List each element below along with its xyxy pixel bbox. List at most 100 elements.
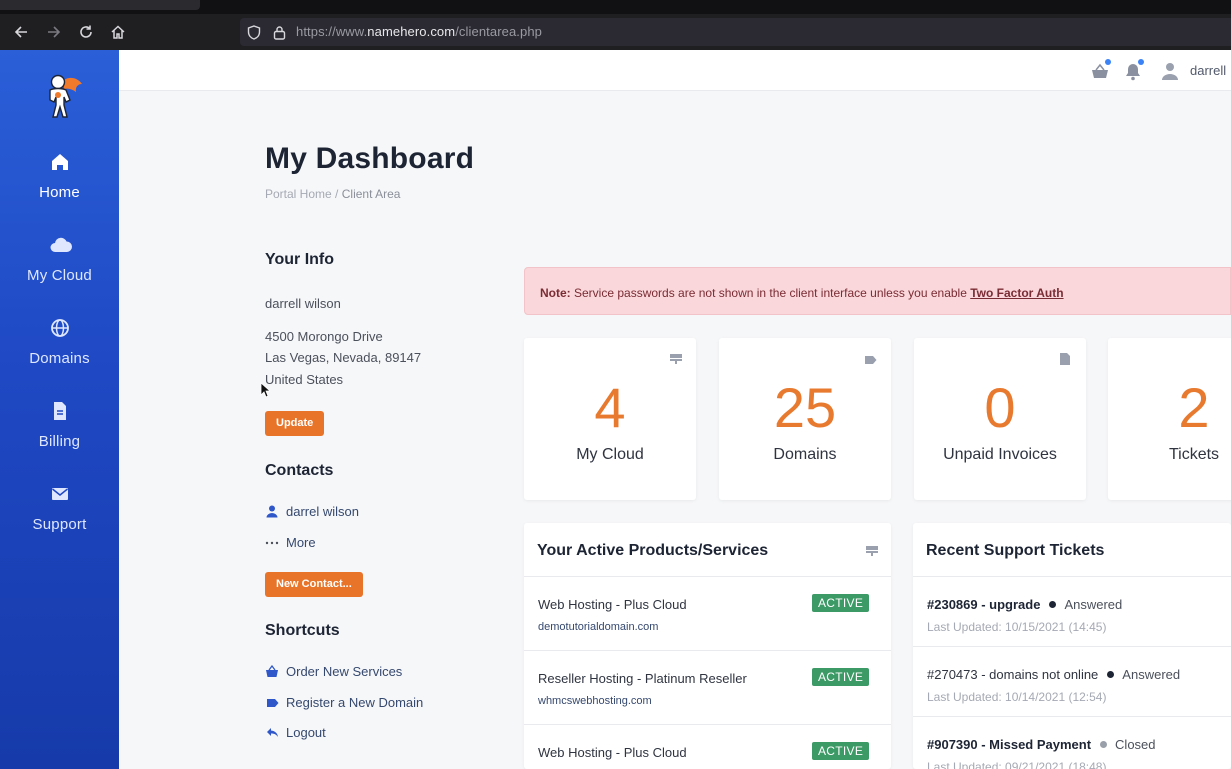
sidebar-item-label: My Cloud <box>27 267 92 284</box>
shortcuts-heading: Shortcuts <box>265 622 340 639</box>
stat-value: 0 <box>984 376 1016 439</box>
ticket-updated: Last Updated: 09/21/2021 (18:48) <box>927 760 1107 769</box>
contact-name: darrel wilson <box>286 504 359 519</box>
lock-icon[interactable] <box>271 24 287 40</box>
reply-arrow-icon <box>265 727 279 738</box>
page-title: My Dashboard <box>265 142 475 175</box>
product-domain-link[interactable]: whmcswebhosting.com <box>538 695 652 707</box>
ticket-row[interactable]: #230869 - upgrade Answered Last Updated: … <box>913 577 1231 647</box>
info-name: darrell wilson <box>265 296 341 311</box>
url-host: namehero.com <box>367 24 456 39</box>
info-country: United States <box>265 372 344 387</box>
shortcut-register-domain[interactable]: Register a New Domain <box>265 695 423 710</box>
stat-tile-tickets[interactable]: 2 Tickets <box>1108 338 1231 500</box>
sidebar-item-label: Home <box>39 184 80 201</box>
basket-icon <box>265 665 279 678</box>
product-name: Web Hosting - Plus Cloud <box>538 745 687 760</box>
contact-link[interactable]: darrel wilson <box>265 504 359 519</box>
stat-label: Domains <box>773 446 837 463</box>
user-menu-name[interactable]: darrell <box>1190 63 1226 78</box>
url-text[interactable]: https://www.namehero.com/clientarea.php <box>296 24 542 39</box>
stat-value: 4 <box>594 376 626 439</box>
update-button[interactable]: Update <box>265 411 325 436</box>
tag-icon <box>865 352 877 364</box>
active-products-header: Your Active Products/Services <box>524 523 891 577</box>
sidebar-item-label: Billing <box>38 433 81 450</box>
stat-value: 25 <box>773 376 837 439</box>
product-row[interactable]: Web Hosting - Plus Cloud demotutorialdom… <box>524 577 891 651</box>
stat-tile-unpaid-invoices[interactable]: 0 Unpaid Invoices <box>914 338 1086 500</box>
stat-tile-my-cloud[interactable]: 4 My Cloud <box>524 338 696 500</box>
shortcut-label: Logout <box>286 725 326 740</box>
more-contacts-link[interactable]: More <box>265 535 316 550</box>
recent-tickets-header: Recent Support Tickets <box>913 523 1231 577</box>
shortcut-order-new-services[interactable]: Order New Services <box>265 664 402 679</box>
sidebar-item-domains[interactable]: Domains <box>0 317 119 387</box>
top-bar: darrell <box>119 50 1231 91</box>
stat-tile-domains[interactable]: 25 Domains <box>719 338 891 500</box>
info-address-line1: 4500 Morongo Drive <box>265 329 383 344</box>
browser-tab[interactable] <box>0 0 200 10</box>
notification-dot <box>1105 59 1111 65</box>
product-domain-link[interactable]: demotutorialdomain.com <box>538 621 658 633</box>
new-contact-button[interactable]: New Contact... <box>265 572 363 597</box>
product-row[interactable]: Web Hosting - Plus Cloud ACTIVE <box>524 725 891 769</box>
sidebar: Home My Cloud Domains Billing Support <box>0 50 119 769</box>
invoice-icon <box>1060 352 1072 365</box>
globe-icon <box>49 317 71 339</box>
breadcrumb-current: Client Area <box>341 187 401 201</box>
product-name: Web Hosting - Plus Cloud <box>538 597 687 612</box>
breadcrumb-separator: / <box>335 187 339 201</box>
ticket-row[interactable]: #270473 - domains not online Answered Las… <box>913 647 1231 717</box>
home-browser-icon[interactable] <box>106 20 130 44</box>
sidebar-item-label: Domains <box>29 350 90 367</box>
shortcut-label: Register a New Domain <box>286 695 424 710</box>
breadcrumb: Portal Home / Client Area <box>265 187 400 201</box>
url-prefix: https://www. <box>296 24 368 39</box>
tag-icon <box>265 698 279 708</box>
forward-icon[interactable] <box>42 20 66 44</box>
ticket-status: Closed <box>1115 737 1156 752</box>
security-note-alert: Note: Service passwords are not shown in… <box>524 267 1231 315</box>
stat-label: My Cloud <box>576 446 644 463</box>
ellipsis-icon <box>265 541 279 545</box>
cart-icon[interactable] <box>1090 59 1111 82</box>
shield-icon[interactable] <box>246 24 262 40</box>
address-bar[interactable]: https://www.namehero.com/clientarea.php <box>240 18 1231 46</box>
contacts-heading: Contacts <box>265 462 334 479</box>
two-factor-auth-link[interactable]: Two Factor Auth <box>970 286 1063 300</box>
info-address-line2: Las Vegas, Nevada, 89147 <box>265 350 422 365</box>
reload-icon[interactable] <box>74 20 98 44</box>
envelope-icon <box>49 483 71 505</box>
ticket-updated: Last Updated: 10/14/2021 (12:54) <box>927 690 1107 704</box>
namehero-logo[interactable] <box>36 70 86 120</box>
server-icon <box>670 352 682 364</box>
main-content: darrell My Dashboard Portal Home / Clien… <box>119 50 1231 769</box>
sidebar-item-support[interactable]: Support <box>0 483 119 553</box>
active-products-heading: Your Active Products/Services <box>537 542 769 559</box>
bell-icon[interactable] <box>1123 59 1144 82</box>
product-row[interactable]: Reseller Hosting - Platinum Reseller whm… <box>524 651 891 725</box>
url-path: /clientarea.php <box>455 24 542 39</box>
back-icon[interactable] <box>9 20 33 44</box>
user-icon[interactable] <box>1160 61 1180 81</box>
mouse-cursor-icon <box>260 382 272 403</box>
sidebar-item-home[interactable]: Home <box>0 151 119 221</box>
home-icon <box>49 151 71 173</box>
your-info-heading: Your Info <box>265 251 335 268</box>
more-label: More <box>286 535 316 550</box>
breadcrumb-home-link[interactable]: Portal Home <box>265 187 332 201</box>
stat-value: 2 <box>1178 376 1210 439</box>
ticket-status-dot <box>1107 671 1115 678</box>
sidebar-item-my-cloud[interactable]: My Cloud <box>0 234 119 304</box>
ticket-updated: Last Updated: 10/15/2021 (14:45) <box>927 620 1107 634</box>
sidebar-item-billing[interactable]: Billing <box>0 400 119 470</box>
shortcut-logout[interactable]: Logout <box>265 725 326 740</box>
ticket-title: #230869 - upgrade <box>927 597 1041 612</box>
product-name: Reseller Hosting - Platinum Reseller <box>538 671 747 686</box>
ticket-status: Answered <box>1122 667 1181 682</box>
stat-label: Unpaid Invoices <box>943 446 1057 463</box>
ticket-status: Answered <box>1064 597 1123 612</box>
recent-tickets-panel: Recent Support Tickets #230869 - upgrade… <box>913 523 1231 769</box>
ticket-row[interactable]: #907390 - Missed Payment Closed Last Upda… <box>913 717 1231 769</box>
